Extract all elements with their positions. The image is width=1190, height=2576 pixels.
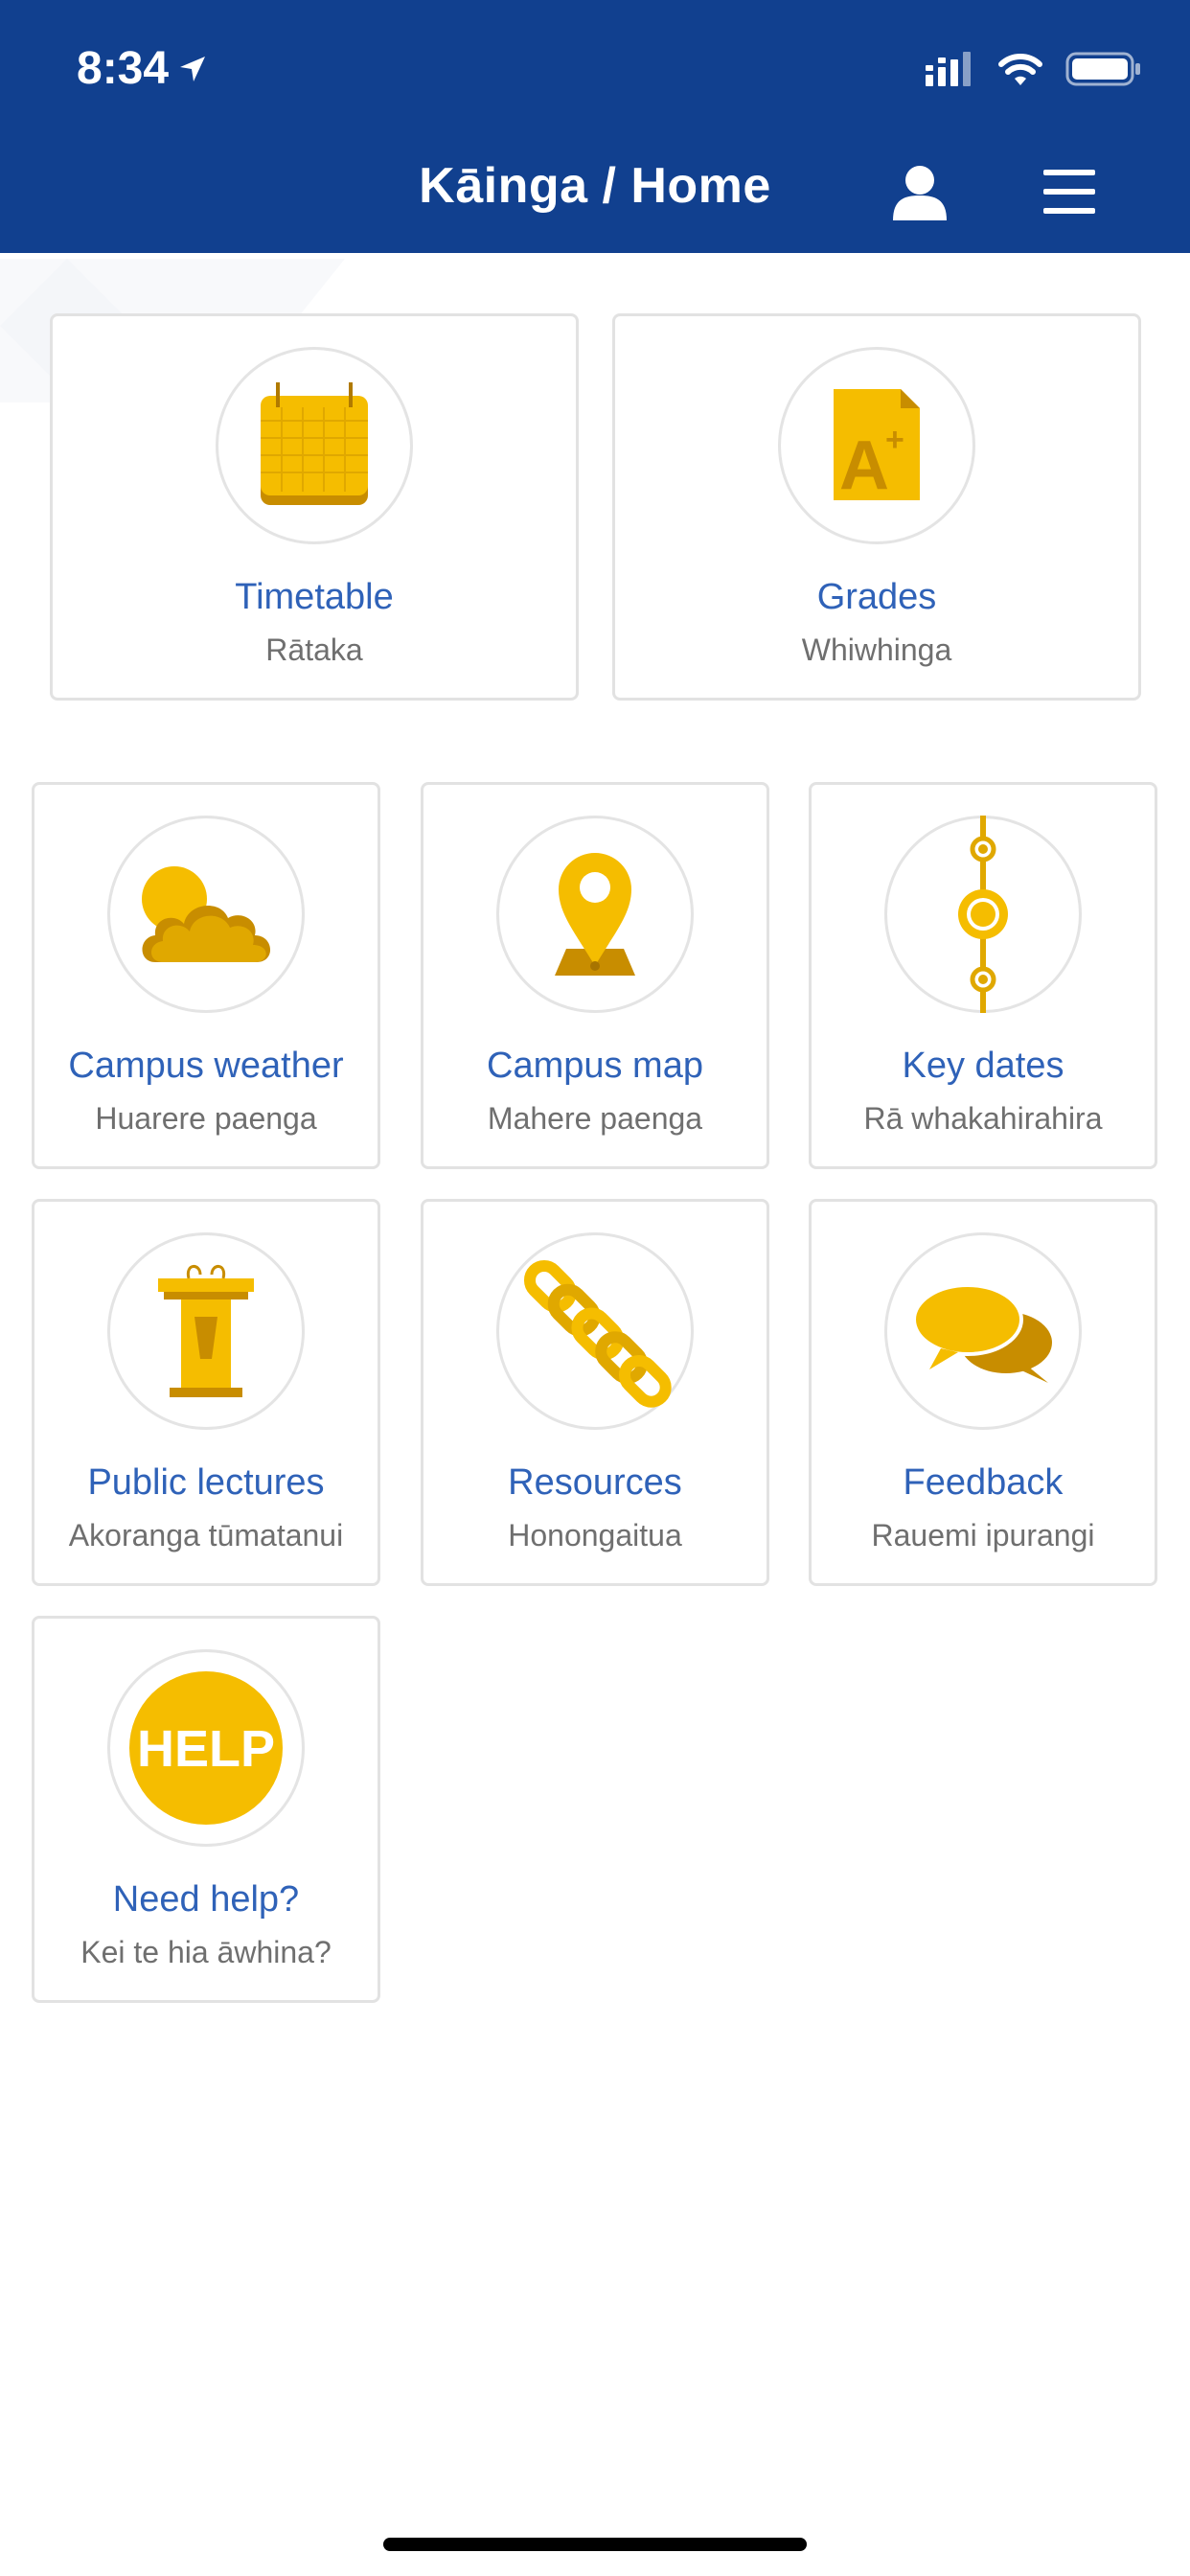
tile-campus-weather[interactable]: Campus weather Huarere paenga (32, 782, 380, 1169)
tile-label: Timetable (235, 577, 394, 617)
tile-icon-circle (496, 1232, 694, 1430)
calendar-icon (261, 382, 368, 505)
weather-icon (142, 866, 271, 962)
tile-campus-map[interactable]: Campus map Mahere paenga (421, 782, 769, 1169)
tile-icon-circle (107, 1232, 305, 1430)
tile-feedback[interactable]: Feedback Rauemi ipurangi (809, 1199, 1157, 1586)
tile-sublabel: Huarere paenga (95, 1101, 317, 1136)
tile-sublabel: Kei te hia āwhina? (80, 1935, 332, 1969)
tile-sublabel: Rauemi ipurangi (871, 1518, 1095, 1552)
tile-sublabel: Mahere paenga (487, 1101, 703, 1136)
tile-public-lectures[interactable]: Public lectures Akoranga tūmatanui (32, 1199, 380, 1586)
tile-label: Resources (508, 1462, 682, 1503)
tile-timetable[interactable]: Timetable Rātaka (50, 313, 579, 701)
tile-label: Feedback (903, 1462, 1064, 1503)
chat-bubbles-icon (912, 1283, 1052, 1383)
tile-icon-circle (216, 347, 413, 544)
tile-label: Need help? (112, 1879, 300, 1920)
hamburger-menu-icon (1043, 170, 1095, 214)
tile-sublabel: Whiwhinga (801, 632, 952, 667)
tile-key-dates[interactable]: Key dates Rā whakahirahira (809, 782, 1157, 1169)
cellular-signal-icon (926, 52, 971, 86)
svg-text:HELP: HELP (137, 1720, 275, 1778)
tile-icon-circle (884, 816, 1082, 1013)
svg-text:+: + (885, 422, 904, 458)
tile-sublabel: Rātaka (265, 632, 363, 667)
tile-icon-circle (107, 816, 305, 1013)
page-title: Kāinga / Home (419, 158, 771, 214)
tile-sublabel: Honongaitua (508, 1518, 682, 1552)
menu-button[interactable] (1031, 153, 1108, 230)
tile-sublabel: Akoranga tūmatanui (68, 1518, 344, 1552)
tile-label: Public lectures (87, 1462, 325, 1503)
tile-resources[interactable]: Resources Honongaitua (421, 1199, 769, 1586)
tile-icon-circle: HELP (107, 1649, 305, 1847)
tile-label: Campus weather (68, 1046, 344, 1086)
tile-grades[interactable]: A + Grades Whiwhinga (612, 313, 1141, 701)
tile-label: Grades (816, 577, 937, 617)
profile-button[interactable] (881, 153, 958, 230)
tile-label: Campus map (487, 1046, 703, 1086)
status-time: 8:34 (77, 42, 207, 95)
battery-icon (1065, 52, 1140, 86)
home-indicator[interactable] (383, 2538, 807, 2551)
help-icon: HELP (129, 1671, 283, 1825)
tile-sublabel: Rā whakahirahira (863, 1101, 1103, 1136)
map-pin-icon (555, 853, 635, 976)
location-arrow-icon (180, 56, 206, 81)
tile-icon-circle: A + (778, 347, 975, 544)
grade-document-icon: A + (834, 389, 920, 504)
tile-icon-circle (496, 816, 694, 1013)
tile-label: Key dates (902, 1046, 1064, 1086)
timeline-icon (958, 816, 1008, 1013)
tile-need-help[interactable]: HELP Need help? Kei te hia āwhina? (32, 1616, 380, 2003)
status-icons (926, 50, 1142, 88)
lectern-icon (158, 1265, 254, 1397)
svg-text:A: A (839, 427, 889, 504)
user-icon (893, 166, 947, 220)
app-header: 8:34 Kāinga / Home (0, 0, 1190, 253)
wifi-icon (998, 54, 1042, 85)
tile-icon-circle (884, 1232, 1082, 1430)
chain-link-icon (523, 1259, 672, 1408)
